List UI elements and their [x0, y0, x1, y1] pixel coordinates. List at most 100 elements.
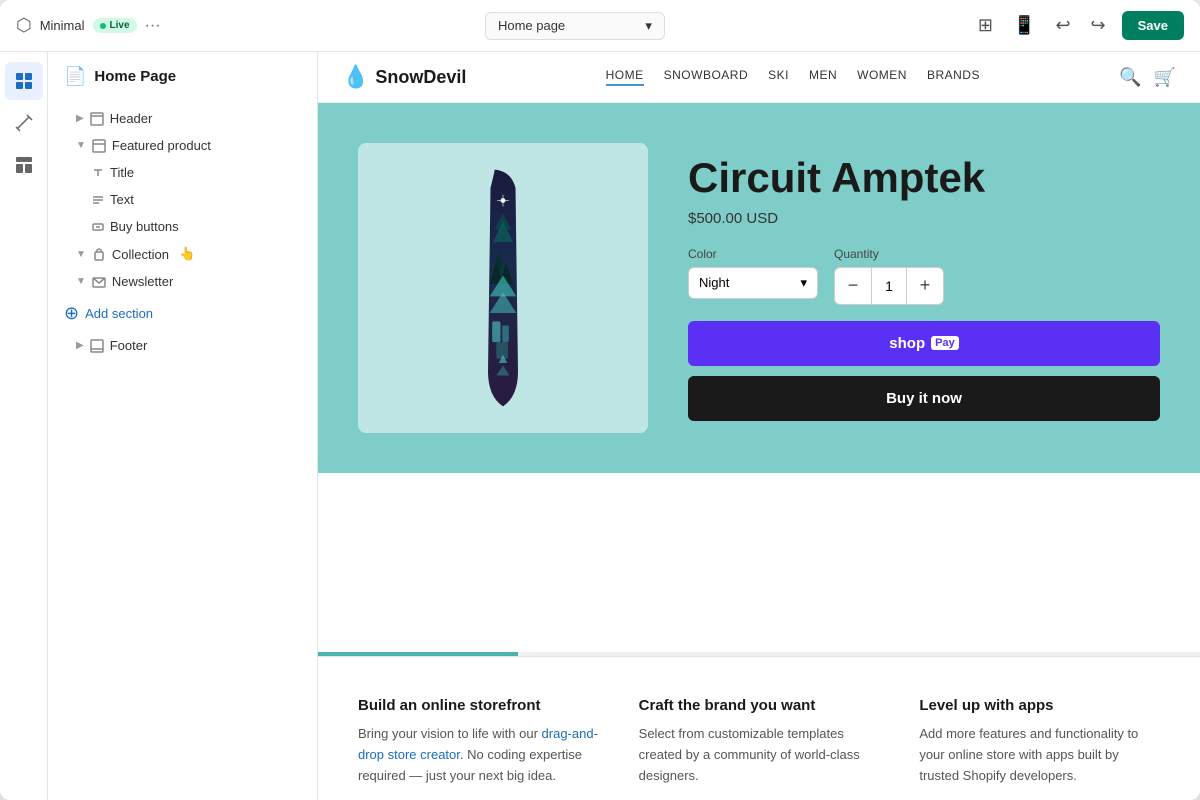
add-section-label: Add section	[85, 306, 153, 321]
sidebar-item-label: Featured product	[112, 138, 211, 153]
chevron-right-icon: ▼	[76, 276, 86, 287]
qty-label: Quantity	[834, 247, 944, 261]
info-body-2: Select from customizable templates creat…	[639, 724, 880, 786]
featured-product-icon	[92, 139, 106, 153]
page-icon: 📄	[64, 66, 86, 87]
tab-sections[interactable]	[5, 146, 43, 184]
nav-link-men[interactable]: MEN	[809, 68, 837, 86]
text-icon	[92, 194, 104, 206]
cart-icon[interactable]: 🛒	[1154, 67, 1176, 88]
product-title: Circuit Amptek	[688, 155, 1160, 201]
grid-view-icon[interactable]: ⊞	[974, 11, 997, 40]
nav-link-ski[interactable]: SKI	[768, 68, 789, 86]
sidebar-item-label: Title	[110, 165, 134, 180]
top-bar-center: Home page ▾	[188, 12, 962, 40]
snowboard-image	[358, 143, 648, 433]
hero-section: Circuit Amptek $500.00 USD Color Night ▾	[318, 103, 1200, 473]
info-block-brand: Craft the brand you want Select from cus…	[639, 697, 880, 800]
tab-pages[interactable]	[5, 62, 43, 100]
nav-link-home[interactable]: HOME	[606, 68, 644, 86]
store-name: SnowDevil	[375, 67, 466, 88]
mobile-preview-icon[interactable]: 📱	[1009, 11, 1039, 40]
sidebar-tree: ▶ Header ▼ Featured product Title	[48, 101, 317, 800]
redo-icon[interactable]: ↪	[1087, 11, 1110, 40]
title-icon	[92, 167, 104, 179]
info-body-1: Bring your vision to life with our drag-…	[358, 724, 599, 786]
preview-area: 💧 SnowDevil HOME SNOWBOARD SKI MEN WOMEN…	[318, 52, 1200, 800]
sidebar-item-label: Header	[110, 111, 153, 126]
page-selector-label: Home page	[498, 18, 565, 33]
tab-customize[interactable]	[5, 104, 43, 142]
sidebar-item-label: Collection	[112, 247, 169, 262]
info-section: Build an online storefront Bring your vi…	[318, 656, 1200, 800]
info-block-storefront: Build an online storefront Bring your vi…	[358, 697, 599, 800]
newsletter-icon	[92, 275, 106, 289]
sidebar-item-collection[interactable]: ▼ Collection 👆	[48, 240, 317, 268]
nav-link-women[interactable]: WOMEN	[857, 68, 907, 86]
pay-badge: Pay	[931, 336, 959, 350]
sidebar-header: 📄 Home Page	[48, 52, 317, 101]
sidebar-item-label: Newsletter	[112, 274, 173, 289]
info-link-inline-1[interactable]: drag-and-drop store creator	[358, 726, 598, 762]
live-dot	[100, 23, 106, 29]
plus-circle-icon: ⊕	[64, 303, 79, 324]
header-section-icon	[90, 112, 104, 126]
sidebar-item-buy-buttons[interactable]: Buy buttons	[48, 213, 317, 240]
sidebar-item-label: Buy buttons	[110, 219, 179, 234]
product-price: $500.00 USD	[688, 210, 1160, 227]
buy-now-button[interactable]: Buy it now	[688, 376, 1160, 421]
search-icon[interactable]: 🔍	[1119, 67, 1141, 88]
store-logo: 💧 SnowDevil	[342, 64, 466, 90]
sidebar-item-title[interactable]: Title	[48, 159, 317, 186]
sidebar-item-header[interactable]: ▶ Header	[48, 105, 317, 132]
top-bar-right: ⊞ 📱 ↩ ↪ Save	[974, 11, 1184, 40]
save-button[interactable]: Save	[1122, 11, 1184, 40]
qty-control: − 1 +	[834, 267, 944, 305]
sidebar-item-footer[interactable]: ▶ Footer	[48, 332, 317, 359]
chevron-down-icon: ▼	[76, 140, 86, 151]
live-badge: Live	[93, 18, 137, 33]
shop-pay-button[interactable]: shop Pay	[688, 321, 1160, 366]
color-value: Night	[699, 275, 729, 290]
color-chevron-icon: ▾	[800, 275, 807, 291]
info-title-1: Build an online storefront	[358, 697, 599, 714]
footer-icon	[90, 339, 104, 353]
store-preview: 💧 SnowDevil HOME SNOWBOARD SKI MEN WOMEN…	[318, 52, 1200, 652]
page-selector[interactable]: Home page ▾	[485, 12, 665, 40]
sidebar-item-label: Footer	[110, 338, 148, 353]
live-label: Live	[110, 20, 130, 31]
sidebar-item-featured-product[interactable]: ▼ Featured product	[48, 132, 317, 159]
sidebar-page-title: Home Page	[94, 68, 176, 85]
undo-icon[interactable]: ↩	[1051, 11, 1074, 40]
buy-buttons-icon	[92, 221, 104, 233]
chevron-right-icon: ▼	[76, 249, 86, 260]
color-select[interactable]: Night ▾	[688, 267, 818, 299]
store-nav-actions: 🔍 🛒	[1119, 67, 1176, 88]
chevron-right-icon: ▶	[76, 113, 84, 124]
sidebar-item-newsletter[interactable]: ▼ Newsletter	[48, 268, 317, 295]
sidebar-item-label: Text	[110, 192, 134, 207]
sidebar-item-text[interactable]: Text	[48, 186, 317, 213]
hero-product-info: Circuit Amptek $500.00 USD Color Night ▾	[688, 155, 1160, 420]
store-nav-links: HOME SNOWBOARD SKI MEN WOMEN BRANDS	[466, 68, 1119, 86]
back-icon[interactable]: ⬡	[16, 15, 32, 36]
chevron-down-icon: ▾	[645, 18, 652, 34]
collection-icon	[92, 247, 106, 261]
more-menu-button[interactable]: ···	[145, 17, 161, 35]
qty-increase-button[interactable]: +	[907, 268, 943, 304]
nav-link-snowboard[interactable]: SNOWBOARD	[664, 68, 749, 86]
main-layout: 📄 Home Page ▶ Header ▼ Featured product	[0, 52, 1200, 800]
qty-decrease-button[interactable]: −	[835, 268, 871, 304]
color-label: Color	[688, 247, 818, 261]
qty-value: 1	[871, 268, 907, 304]
sidebar: 📄 Home Page ▶ Header ▼ Featured product	[48, 52, 318, 800]
top-bar: ⬡ Minimal Live ··· Home page ▾ ⊞ 📱 ↩ ↪ S…	[0, 0, 1200, 52]
qty-option-group: Quantity − 1 +	[834, 247, 944, 305]
info-title-2: Craft the brand you want	[639, 697, 880, 714]
info-block-apps: Level up with apps Add more features and…	[919, 697, 1160, 800]
top-bar-left: ⬡ Minimal Live ···	[16, 15, 176, 36]
shop-pay-label: shop	[889, 335, 925, 352]
product-options: Color Night ▾ Quantity −	[688, 247, 1160, 305]
nav-link-brands[interactable]: BRANDS	[927, 68, 980, 86]
add-section-button[interactable]: ⊕ Add section	[48, 295, 317, 332]
